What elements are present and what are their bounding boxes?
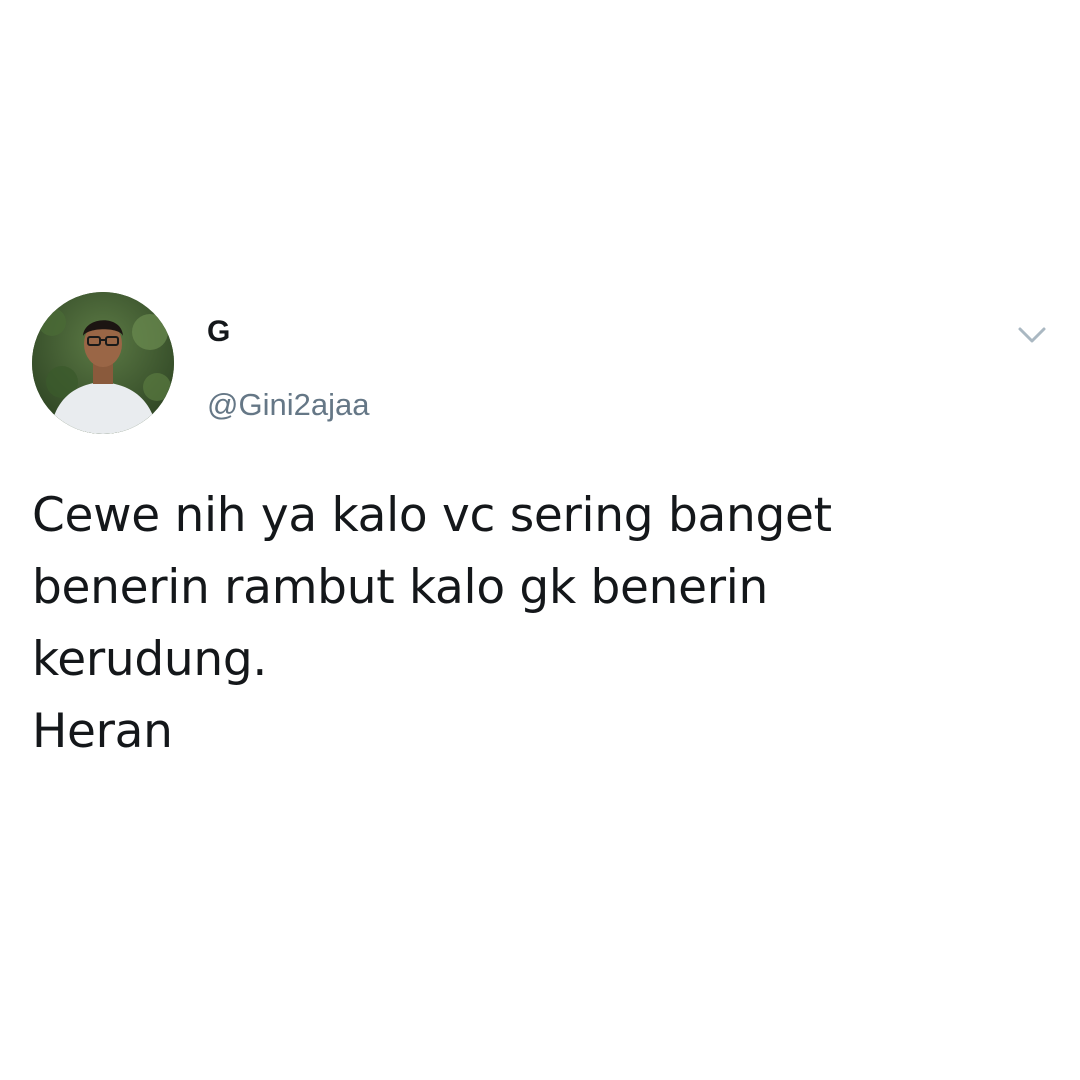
display-name[interactable]: G xyxy=(207,312,369,352)
tweet-text-line: Cewe nih ya kalo vc sering banget xyxy=(32,488,832,543)
tweet-text-line: kerudung. xyxy=(32,632,268,687)
tweet-text-line: benerin rambut kalo gk benerin xyxy=(32,560,769,615)
tweet-text: Cewe nih ya kalo vc sering banget beneri… xyxy=(32,480,1052,768)
tweet-text-line: Heran xyxy=(32,704,173,759)
user-handle[interactable]: @Gini2ajaa xyxy=(207,385,369,425)
avatar-photo xyxy=(32,292,174,434)
screen: G @Gini2ajaa Cewe nih ya kalo vc sering … xyxy=(0,0,1080,1080)
chevron-down-icon[interactable] xyxy=(1012,320,1052,350)
author-names: G @Gini2ajaa xyxy=(207,312,369,425)
tweet-header: G @Gini2ajaa xyxy=(32,292,1052,438)
avatar[interactable] xyxy=(32,292,174,434)
tweet-card: G @Gini2ajaa Cewe nih ya kalo vc sering … xyxy=(32,292,1052,768)
